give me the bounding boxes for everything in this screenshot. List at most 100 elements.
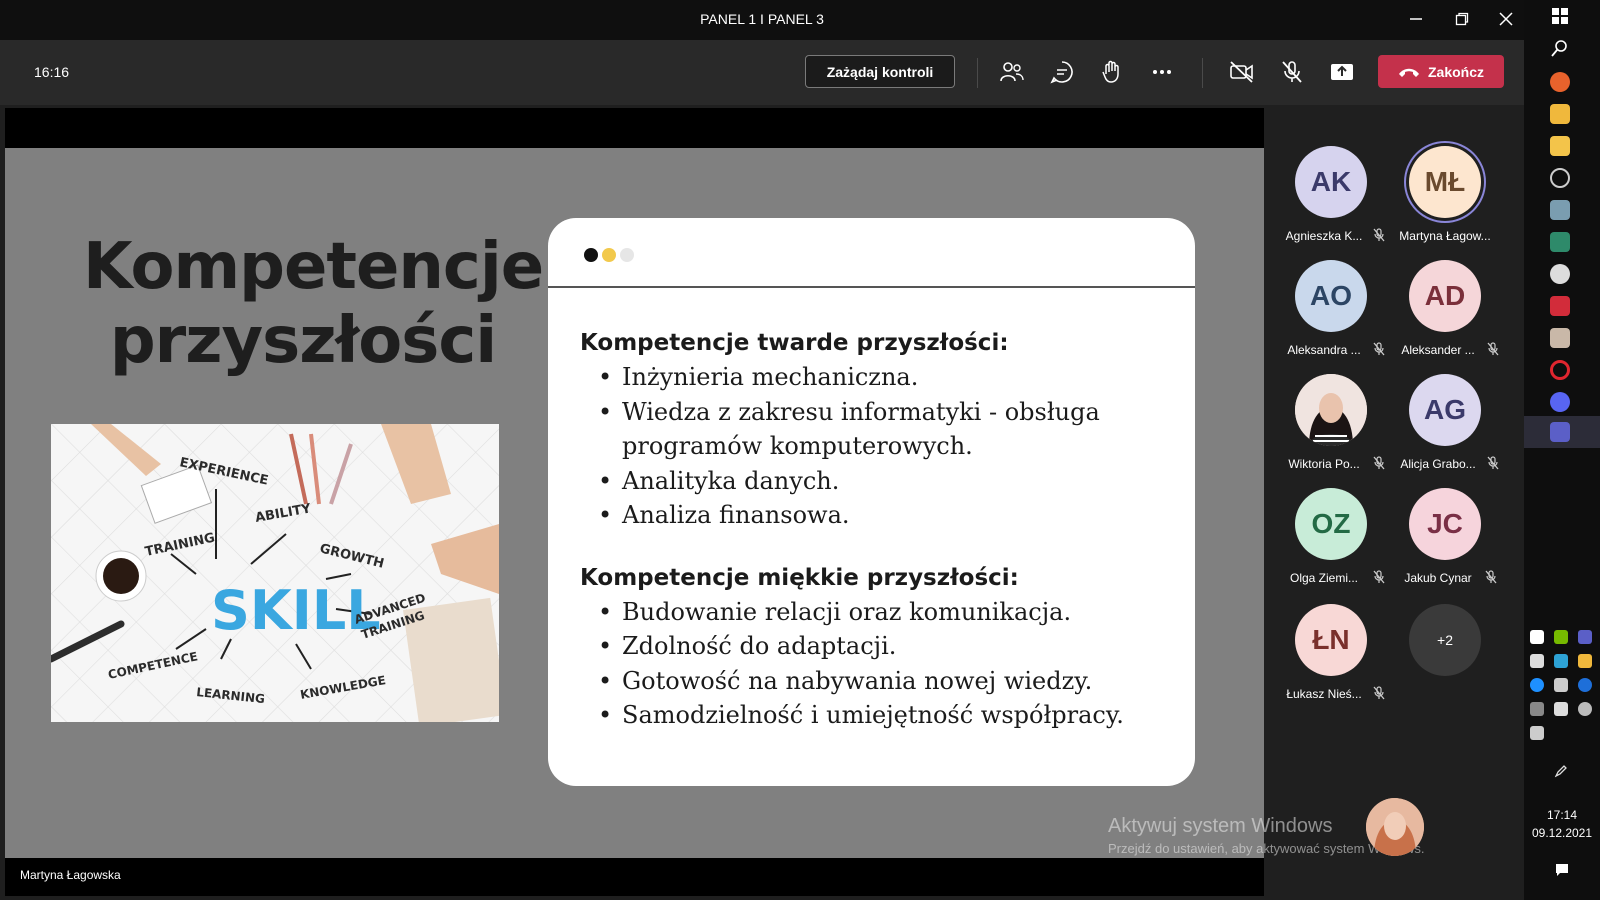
teams-meeting-window: PANEL 1 I PANEL 3 16:16 Zażądaj kontroli (0, 0, 1600, 900)
presenter-name-label: Martyna Łagowska (20, 868, 121, 882)
tray-shield-icon[interactable] (1554, 678, 1568, 692)
participant-tile[interactable]: AK Agnieszka K... (1274, 146, 1388, 258)
reactions-button[interactable] (1098, 58, 1126, 86)
list-item: Inżynieria mechaniczna. (580, 360, 1180, 395)
window-title: PANEL 1 I PANEL 3 (700, 11, 824, 27)
participant-name: Olga Ziemi... (1289, 571, 1358, 585)
hard-skills-list: Inżynieria mechaniczna. Wiedza z zakresu… (580, 360, 1180, 533)
minimize-button[interactable] (1400, 6, 1432, 32)
toolbar-divider (1202, 58, 1203, 88)
taskbar-date[interactable]: 09.12.2021 (1524, 826, 1600, 840)
maximize-button[interactable] (1446, 6, 1478, 32)
mic-muted-icon (1487, 342, 1499, 356)
chat-icon (1050, 61, 1073, 84)
shared-screen-stage: Kompetencje przyszłości EXPERIENCE ABILI… (5, 108, 1264, 896)
avatar: AK (1295, 146, 1367, 218)
taskbar-clock[interactable]: 17:14 (1524, 808, 1600, 822)
teams-icon[interactable] (1550, 422, 1570, 442)
list-item: Wiedza z zakresu informatyki - obsługa p… (580, 395, 1180, 464)
end-call-button[interactable]: Zakończ (1378, 55, 1504, 88)
list-item: Gotowość na nabywania nowej wiedzy. (580, 664, 1180, 699)
participant-tile[interactable]: OZ Olga Ziemi... (1274, 488, 1388, 600)
participant-tile[interactable]: MŁ Martyna Łagow... (1388, 146, 1502, 258)
hard-skills-heading: Kompetencje twarde przyszłości: (580, 330, 1009, 356)
participants-button[interactable] (998, 58, 1026, 86)
app-green-icon[interactable] (1550, 232, 1570, 252)
minimize-icon (1410, 18, 1422, 20)
restore-icon (1455, 12, 1469, 26)
pen-icon[interactable] (1554, 764, 1568, 778)
more-actions-button[interactable] (1148, 58, 1176, 86)
mic-muted-icon (1373, 686, 1385, 700)
participant-name: Aleksander ... (1401, 343, 1475, 357)
tray-teams-icon[interactable] (1578, 630, 1592, 644)
tray-discord-icon[interactable] (1530, 630, 1544, 644)
mic-off-icon (1282, 61, 1302, 83)
app-red-icon[interactable] (1550, 296, 1570, 316)
participant-name: Łukasz Nieś... (1286, 687, 1362, 701)
profile-photo-icon (1295, 374, 1367, 446)
dot-yellow (602, 248, 616, 262)
search-icon[interactable] (1550, 38, 1570, 58)
wifi-icon[interactable] (1578, 702, 1592, 716)
mic-toggle-button[interactable] (1278, 58, 1306, 86)
tray-app-icon[interactable] (1554, 654, 1568, 668)
share-screen-button[interactable] (1328, 58, 1356, 86)
presentation-slide: Kompetencje przyszłości EXPERIENCE ABILI… (5, 148, 1264, 858)
close-window-button[interactable] (1490, 6, 1522, 32)
discord-icon[interactable] (1550, 392, 1570, 412)
participant-tile[interactable]: JC Jakub Cynar (1388, 488, 1502, 600)
participant-tile[interactable]: AG Alicja Grabo... (1388, 374, 1502, 486)
participant-tile[interactable]: ŁN Łukasz Nieś... (1274, 604, 1388, 716)
competences-card: Kompetencje twarde przyszłości: Inżynier… (548, 218, 1195, 786)
opera-icon[interactable] (1550, 360, 1570, 380)
participant-tile[interactable]: AD Aleksander ... (1388, 260, 1502, 372)
list-item: Budowanie relacji oraz komunikacja. (580, 595, 1180, 630)
window-dots (584, 248, 634, 262)
windows-start-icon[interactable] (1550, 6, 1570, 26)
tray-mic-icon[interactable] (1530, 654, 1544, 668)
soft-skills-heading: Kompetencje miękkie przyszłości: (580, 564, 1019, 591)
request-control-button[interactable]: Zażądaj kontroli (805, 55, 955, 88)
slide-title-line1: Kompetencje (83, 230, 544, 304)
participants-gallery: AK Agnieszka K... MŁ Martyna Łagow... AO… (1264, 108, 1524, 758)
participant-tile[interactable]: AO Aleksandra ... (1274, 260, 1388, 372)
app-pin-icon[interactable] (1550, 104, 1570, 124)
word-skill: SKILL (211, 579, 381, 642)
camera-toggle-button[interactable] (1228, 58, 1256, 86)
volume-icon[interactable] (1530, 726, 1544, 740)
people-icon (1000, 62, 1024, 82)
battery-icon[interactable] (1554, 702, 1568, 716)
tray-lightning-icon[interactable] (1530, 678, 1544, 692)
steam-icon[interactable] (1550, 264, 1570, 284)
card-divider (548, 286, 1195, 288)
self-video-preview[interactable] (1366, 798, 1424, 856)
firefox-icon[interactable] (1550, 72, 1570, 92)
photo-app-icon[interactable] (1550, 200, 1570, 220)
app-f-icon[interactable] (1550, 168, 1570, 188)
close-icon (1499, 12, 1513, 26)
avatar: AG (1409, 374, 1481, 446)
mic-muted-icon (1487, 456, 1499, 470)
file-explorer-icon[interactable] (1550, 136, 1570, 156)
more-participants-button[interactable]: +2 (1409, 604, 1481, 676)
mic-muted-icon (1373, 342, 1385, 356)
participant-name: Wiktoria Po... (1288, 457, 1360, 471)
app-avatar-icon[interactable] (1550, 328, 1570, 348)
dot-black (584, 248, 598, 262)
list-item: Analityka danych. (580, 464, 1180, 499)
mic-muted-icon (1373, 228, 1385, 242)
tray-pin-icon[interactable] (1578, 654, 1592, 668)
soft-skills-list: Budowanie relacji oraz komunikacja. Zdol… (580, 595, 1180, 733)
notifications-icon[interactable] (1554, 862, 1570, 878)
activation-watermark-title: Aktywuj system Windows (1108, 815, 1333, 837)
tray-network-icon[interactable] (1530, 702, 1544, 716)
tray-nvidia-icon[interactable] (1554, 630, 1568, 644)
chat-button[interactable] (1048, 58, 1076, 86)
participant-tile[interactable]: Wiktoria Po... (1274, 374, 1388, 486)
participant-name: Alicja Grabo... (1400, 457, 1476, 471)
bluetooth-icon[interactable] (1578, 678, 1592, 692)
meeting-timer: 16:16 (34, 64, 70, 80)
avatar: AO (1295, 260, 1367, 332)
title-bar: PANEL 1 I PANEL 3 (0, 0, 1524, 40)
